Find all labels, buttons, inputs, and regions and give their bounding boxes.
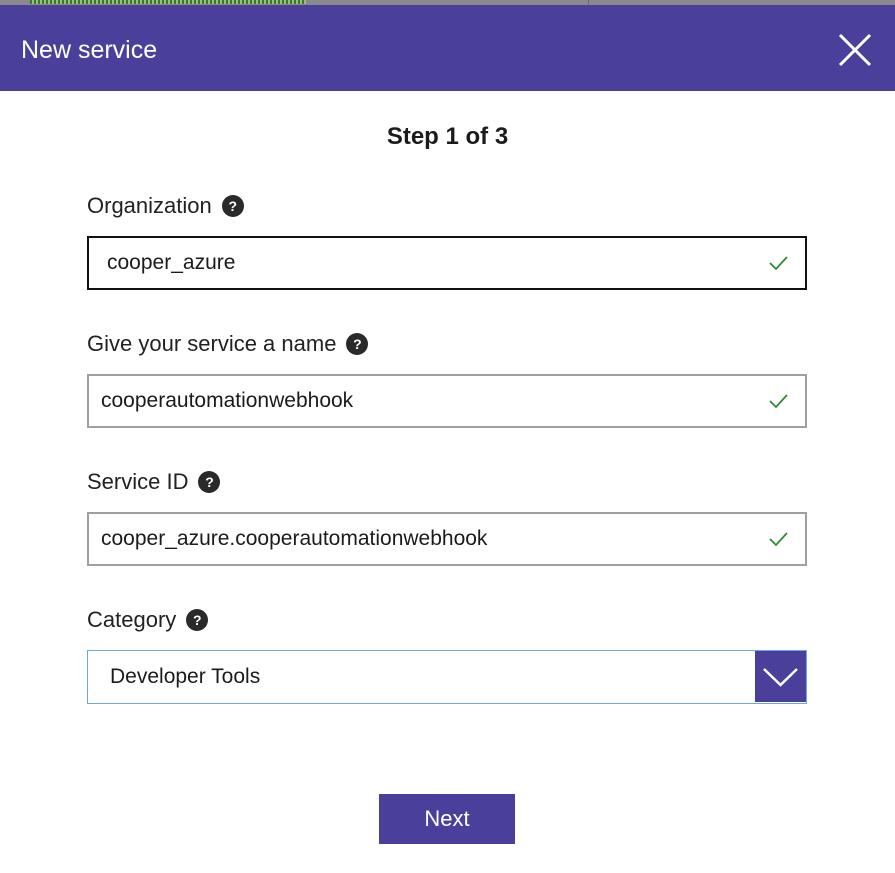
help-icon[interactable]: ? [346,333,369,355]
service-name-input[interactable] [101,376,731,426]
chevron-down-icon [763,668,798,687]
step-indicator: Step 1 of 3 [386,123,509,150]
dialog-header: New service [0,5,895,91]
category-selected-value: Developer Tools [110,665,261,688]
checkmark-icon [769,532,788,547]
service-id-label: Service ID [87,469,189,494]
close-button[interactable] [831,26,879,74]
organization-label-row: Organization ? [87,192,244,220]
checkmark-icon [769,394,788,409]
category-label-row: Category ? [87,606,209,634]
help-icon[interactable]: ? [198,471,221,493]
help-icon[interactable]: ? [186,609,209,631]
service-id-field[interactable] [87,512,807,566]
service-id-label-row: Service ID ? [87,468,221,496]
dialog-title: New service [21,36,158,64]
help-icon[interactable]: ? [221,195,244,217]
category-dropdown-button[interactable] [755,651,806,702]
checkmark-icon [769,256,788,271]
category-label: Category [87,607,177,632]
service-name-label: Give your service a name [87,331,337,356]
service-name-label-row: Give your service a name ? [87,330,369,358]
organization-field[interactable] [87,236,807,290]
organization-label: Organization [87,193,212,218]
service-id-input[interactable] [101,514,731,564]
service-name-field[interactable] [87,374,807,428]
next-button[interactable]: Next [379,794,515,844]
organization-input[interactable] [107,238,737,288]
category-select[interactable]: Developer Tools [87,650,807,704]
close-icon [838,33,872,67]
taskbar-pattern [30,0,306,4]
